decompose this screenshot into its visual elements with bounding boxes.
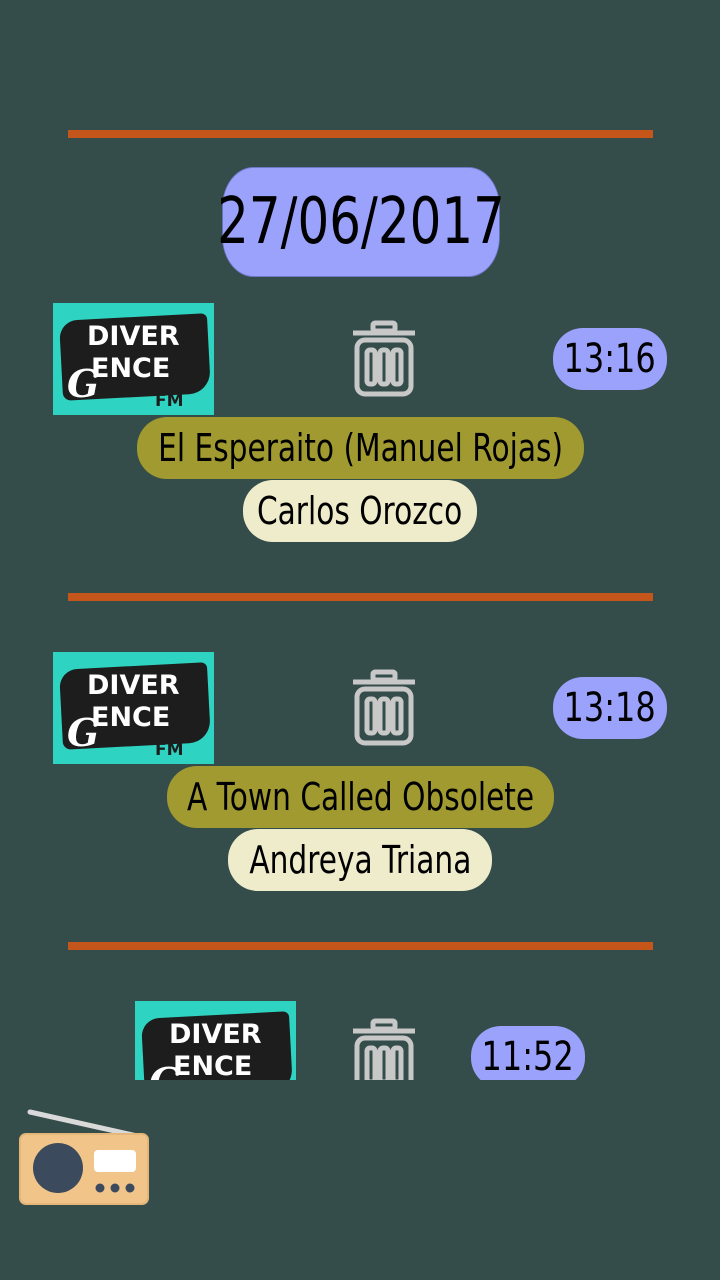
song-title-text: El Esperaito (Manuel Rojas): [158, 426, 563, 470]
time-badge: 13:16: [553, 328, 667, 390]
logo-text-fm: FM: [155, 391, 184, 411]
logo-text-bottom: ENCE: [91, 702, 171, 733]
date-label: 27/06/2017: [217, 185, 505, 259]
divider: [68, 593, 653, 601]
artist-name: Andreya Triana: [228, 829, 492, 891]
logo-text-top: DIVER: [87, 321, 180, 352]
song-title: A Town Called Obsolete: [167, 766, 554, 828]
station-logo: DIVER G ENCE FM: [135, 1001, 296, 1080]
divider: [68, 130, 653, 138]
history-list[interactable]: 27/06/2017 DIVER G ENCE FM 13:16 El Espe…: [0, 0, 720, 1080]
date-header: 27/06/2017: [217, 167, 505, 277]
station-logo: DIVER G ENCE FM: [53, 652, 214, 764]
time-label: 13:18: [563, 685, 657, 731]
time-label: 13:16: [563, 336, 657, 382]
logo-text-top: DIVER: [87, 670, 180, 701]
artist-name: Carlos Orozco: [243, 480, 477, 542]
divider: [68, 942, 653, 950]
time-label: 11:52: [481, 1034, 575, 1080]
logo-text-fm: FM: [155, 740, 184, 760]
logo-text-bottom: ENCE: [91, 353, 171, 384]
logo-text-bottom: ENCE: [173, 1051, 253, 1080]
artist-name-text: Andreya Triana: [248, 838, 472, 882]
trash-icon[interactable]: [349, 320, 419, 398]
station-logo: DIVER G ENCE FM: [53, 303, 214, 415]
logo-text-top: DIVER: [169, 1019, 262, 1050]
radio-icon[interactable]: [18, 1106, 150, 1206]
song-title: El Esperaito (Manuel Rojas): [137, 417, 584, 479]
time-badge: 11:52: [471, 1026, 585, 1080]
time-badge: 13:18: [553, 677, 667, 739]
song-title-text: A Town Called Obsolete: [186, 775, 535, 819]
artist-name-text: Carlos Orozco: [257, 489, 463, 533]
trash-icon[interactable]: [349, 669, 419, 747]
trash-icon[interactable]: [349, 1018, 419, 1080]
